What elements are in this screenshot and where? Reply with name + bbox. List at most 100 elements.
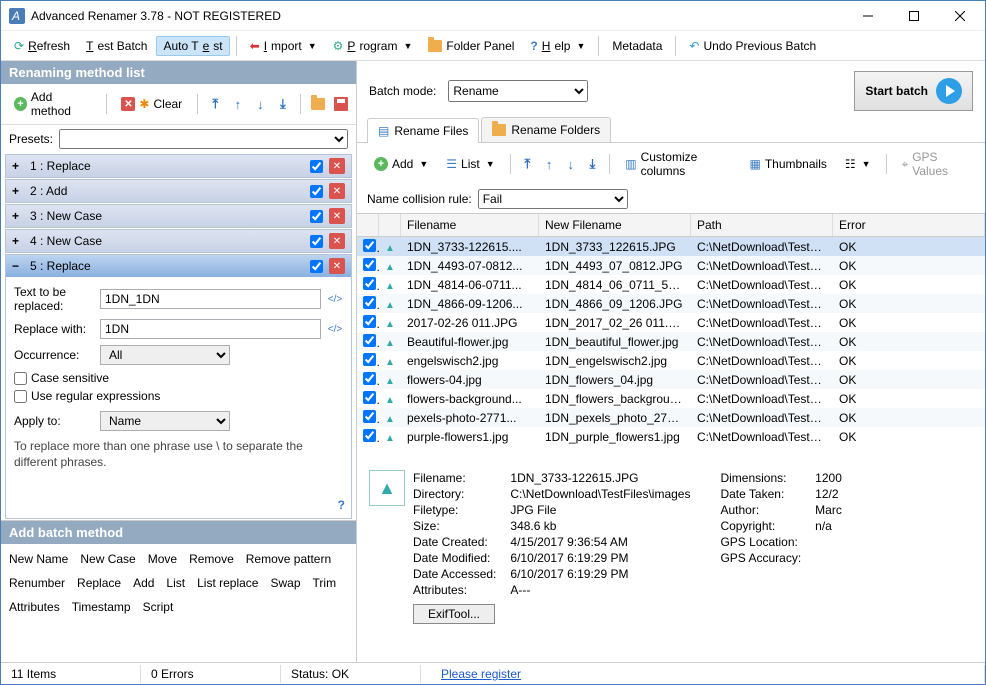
row-checkbox[interactable] [363,429,376,442]
method-3-delete[interactable]: ✕ [329,208,345,224]
batch-method-timestamp[interactable]: Timestamp [72,600,131,614]
text-replaced-input[interactable] [100,289,321,309]
maximize-button[interactable] [891,2,937,30]
exiftool-button[interactable]: ExifTool... [413,604,495,624]
add-files-button[interactable]: +Add▼ [367,154,435,174]
help-icon[interactable]: ? [338,498,345,512]
batch-method-move[interactable]: Move [148,552,177,566]
program-button[interactable]: ⚙Program▼ [326,36,420,56]
method-1-enable[interactable] [310,160,323,173]
row-checkbox[interactable] [363,315,376,328]
method-item-5[interactable]: −5 : Replace✕ [6,255,351,277]
list-button[interactable]: ☰List▼ [439,154,501,174]
table-row[interactable]: ▲1DN_4493-07-0812...1DN_4493_07_0812.JPG… [357,256,985,275]
tag-icon[interactable]: </> [327,291,343,307]
method-item-2[interactable]: +2 : Add✕ [6,180,351,202]
method-item-4[interactable]: +4 : New Case✕ [6,230,351,252]
table-row[interactable]: ▲Beautiful-flower.jpg1DN_beautiful_flowe… [357,332,985,351]
customize-columns-button[interactable]: ▥Customize columns [618,147,738,181]
col-error[interactable]: Error [833,214,985,236]
col-new-filename[interactable]: New Filename [539,214,691,236]
import-button[interactable]: ⬅Import▼ [243,36,324,56]
thumbnails-button[interactable]: ▦Thumbnails [742,154,833,174]
list-up-button[interactable]: ↑ [540,154,558,174]
batch-method-remove[interactable]: Remove [189,552,234,566]
method-1-delete[interactable]: ✕ [329,158,345,174]
batch-method-renumber[interactable]: Renumber [9,576,65,590]
table-row[interactable]: ▲1DN_4814-06-0711...1DN_4814_06_0711_5x7… [357,275,985,294]
move-down-button[interactable]: ↓ [251,94,270,114]
batch-method-list[interactable]: List [166,576,185,590]
help-button[interactable]: ?Help▼ [523,36,592,56]
table-row[interactable]: ▲engelswisch2.jpg1DN_engelswisch2.jpgC:\… [357,351,985,370]
minimize-button[interactable] [845,2,891,30]
batch-method-trim[interactable]: Trim [313,576,337,590]
refresh-button[interactable]: ⟳Refresh [7,36,77,56]
row-checkbox[interactable] [363,258,376,271]
clear-button[interactable]: ✕✱Clear [114,94,189,114]
col-path[interactable]: Path [691,214,833,236]
row-checkbox[interactable] [363,391,376,404]
undo-button[interactable]: ↶Undo Previous Batch [682,36,823,56]
auto-test-button[interactable]: Auto Test [156,36,229,56]
batch-method-replace[interactable]: Replace [77,576,121,590]
batch-method-script[interactable]: Script [143,600,174,614]
tab-rename-files[interactable]: ▤Rename Files [367,118,479,143]
move-up-button[interactable]: ↑ [229,94,248,114]
close-button[interactable] [937,2,983,30]
save-button[interactable] [332,94,351,114]
method-5-delete[interactable]: ✕ [329,258,345,274]
list-down-button[interactable]: ↓ [562,154,580,174]
add-method-button[interactable]: +Add method [7,87,98,121]
table-row[interactable]: ▲flowers-04.jpg1DN_flowers_04.jpgC:\NetD… [357,370,985,389]
method-4-enable[interactable] [310,235,323,248]
presets-select[interactable] [59,129,348,149]
tag-icon[interactable]: </> [327,321,343,337]
start-batch-button[interactable]: Start batch [854,71,973,111]
move-bottom-button[interactable]: ⤓ [274,94,293,114]
method-2-enable[interactable] [310,185,323,198]
case-sensitive-checkbox[interactable] [14,372,27,385]
method-5-enable[interactable] [310,260,323,273]
table-row[interactable]: ▲2017-02-26 011.JPG1DN_2017_02_26 011.JP… [357,313,985,332]
method-item-3[interactable]: +3 : New Case✕ [6,205,351,227]
batch-method-new-name[interactable]: New Name [9,552,68,566]
batch-method-remove-pattern[interactable]: Remove pattern [246,552,331,566]
table-row[interactable]: ▲1DN_3733-122615....1DN_3733_122615.JPGC… [357,237,985,256]
table-row[interactable]: ▲pexels-photo-2771...1DN_pexels_photo_27… [357,408,985,427]
batch-method-attributes[interactable]: Attributes [9,600,60,614]
display-options-button[interactable]: ☷▼ [838,154,878,174]
gps-values-button[interactable]: ⌖GPS Values [894,147,975,181]
row-checkbox[interactable] [363,410,376,423]
method-4-delete[interactable]: ✕ [329,233,345,249]
regex-checkbox[interactable] [14,390,27,403]
row-checkbox[interactable] [363,353,376,366]
batch-method-add[interactable]: Add [133,576,154,590]
folder-panel-button[interactable]: Folder Panel [421,36,521,56]
register-link[interactable]: Please register [441,667,521,681]
method-2-delete[interactable]: ✕ [329,183,345,199]
row-checkbox[interactable] [363,372,376,385]
table-row[interactable]: ▲1DN_4866-09-1206...1DN_4866_09_1206.JPG… [357,294,985,313]
table-row[interactable]: ▲flowers-background...1DN_flowers_backgr… [357,389,985,408]
list-bottom-button[interactable]: ⤓ [584,154,602,174]
replace-with-input[interactable] [100,319,321,339]
method-item-1[interactable]: +1 : Replace✕ [6,155,351,177]
table-row[interactable]: ▲purple-flowers1.jpg1DN_purple_flowers1.… [357,427,985,446]
test-batch-button[interactable]: Test Batch [79,36,154,56]
batch-method-new-case[interactable]: New Case [80,552,135,566]
method-3-enable[interactable] [310,210,323,223]
batch-method-list-replace[interactable]: List replace [197,576,258,590]
move-top-button[interactable]: ⤒ [206,94,225,114]
batch-mode-select[interactable]: Rename [448,80,588,102]
batch-method-swap[interactable]: Swap [270,576,300,590]
row-checkbox[interactable] [363,239,376,252]
tab-rename-folders[interactable]: Rename Folders [481,117,611,142]
row-checkbox[interactable] [363,334,376,347]
list-top-button[interactable]: ⤒ [519,154,537,174]
collision-select[interactable]: Fail [478,189,628,209]
apply-to-select[interactable]: Name [100,411,230,431]
occurrence-select[interactable]: All [100,345,230,365]
metadata-button[interactable]: Metadata [605,36,669,56]
col-filename[interactable]: Filename [401,214,539,236]
